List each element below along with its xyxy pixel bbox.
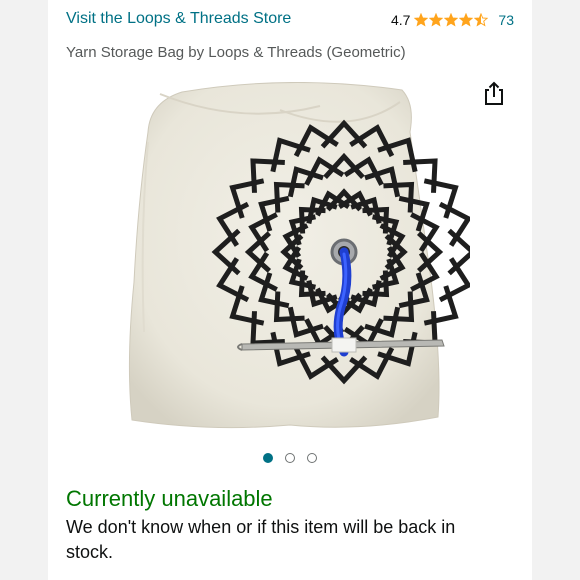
share-icon[interactable] <box>482 80 506 106</box>
product-title: Yarn Storage Bag by Loops & Threads (Geo… <box>66 44 406 61</box>
store-link[interactable]: Visit the Loops & Threads Store <box>66 10 291 28</box>
availability-message: We don't know when or if this item will … <box>66 517 456 562</box>
chevron-mark <box>438 201 472 247</box>
rating[interactable]: 4.7 73 <box>391 12 514 28</box>
product-page: Visit the Loops & Threads Store 4.7 73 Y… <box>48 0 532 580</box>
rating-value: 4.7 <box>390 12 411 28</box>
carousel-dot-3[interactable] <box>307 453 317 463</box>
star-icon <box>474 13 489 27</box>
chevron-mark <box>438 257 472 303</box>
chevron-mark <box>447 228 477 276</box>
star-icon <box>414 13 429 27</box>
product-image[interactable] <box>120 81 477 432</box>
carousel-dot-2[interactable] <box>285 453 295 463</box>
carousel-dot-1[interactable] <box>263 453 273 463</box>
availability-status: Currently unavailable <box>66 486 273 511</box>
star-rating[interactable] <box>414 13 489 27</box>
star-icon <box>444 13 459 27</box>
star-icon <box>429 13 444 27</box>
image-carousel-dots <box>48 453 532 463</box>
chevron-mark <box>423 178 459 219</box>
star-icon <box>459 13 474 27</box>
rating-count-link[interactable]: 73 <box>498 12 514 28</box>
